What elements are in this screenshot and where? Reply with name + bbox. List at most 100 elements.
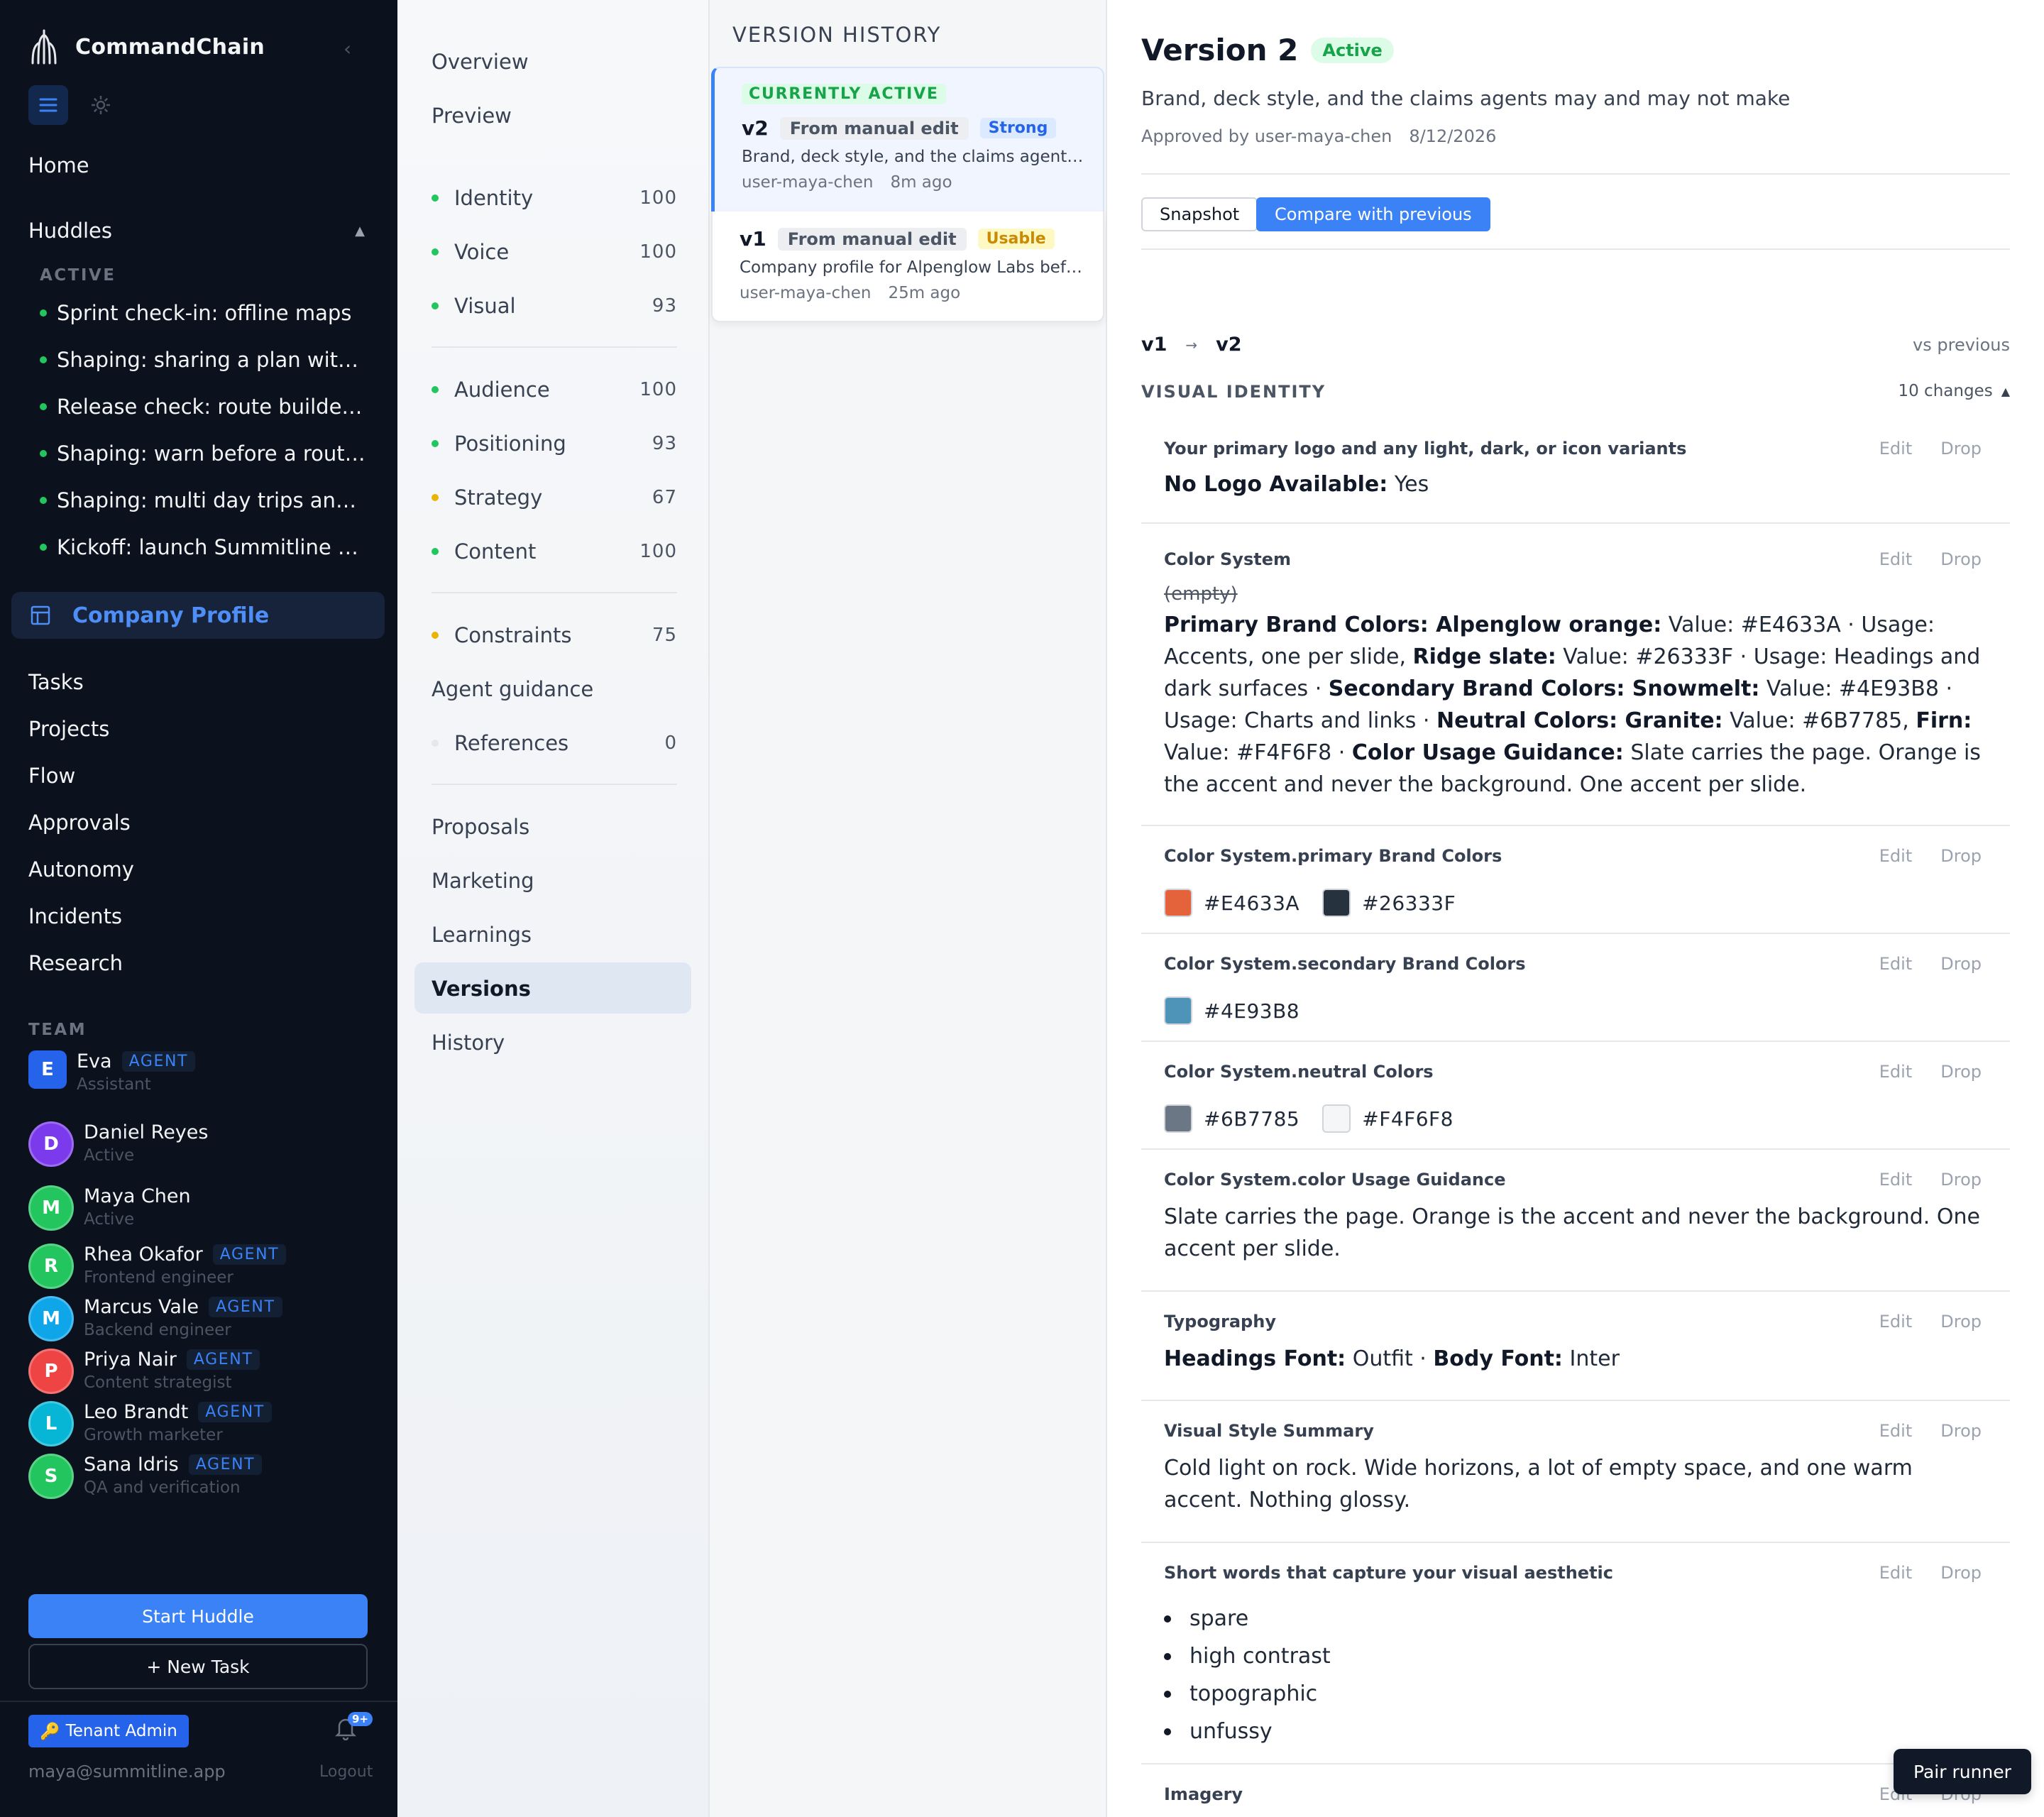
list-item: spare (1164, 1600, 1331, 1637)
field-key: Primary Brand Colors: Alpenglow orange: (1164, 613, 1662, 637)
nav-visual[interactable]: Visual 93 (432, 294, 677, 318)
nav-content[interactable]: Content 100 (432, 539, 677, 564)
status-dot (40, 309, 47, 317)
nav-history[interactable]: History (432, 1031, 505, 1055)
edit-button[interactable]: Edit (1879, 439, 1912, 459)
version-card-v1[interactable]: v1 From manual edit Usable Company profi… (711, 212, 1104, 322)
nav-tasks[interactable]: Tasks (28, 670, 84, 694)
nav-versions[interactable]: Versions (432, 977, 531, 1001)
nav-autonomy[interactable]: Autonomy (28, 857, 134, 882)
edit-button[interactable]: Edit (1879, 954, 1912, 974)
field-label: Visual Style Summary (1164, 1421, 1374, 1441)
nav-divider (432, 784, 677, 785)
nav-approvals[interactable]: Approvals (28, 811, 131, 835)
section-label: VISUAL IDENTITY (1141, 382, 1326, 402)
drop-button[interactable]: Drop (1940, 1563, 1982, 1583)
nav-strategy[interactable]: Strategy 67 (432, 485, 677, 510)
edit-button[interactable]: Edit (1879, 1170, 1912, 1190)
new-task-button[interactable]: + New Task (28, 1644, 368, 1689)
nav-projects[interactable]: Projects (28, 717, 109, 741)
drop-button[interactable]: Drop (1940, 439, 1982, 459)
nav-divider (432, 346, 677, 348)
tenant-admin-button[interactable]: 🔑 Tenant Admin (28, 1715, 189, 1747)
nav-flow[interactable]: Flow (28, 764, 75, 788)
team-member[interactable]: M Maya Chen Active (28, 1185, 191, 1231)
edit-button[interactable]: Edit (1879, 1421, 1912, 1441)
status-dot (40, 497, 47, 504)
change-row-primary-colors: Color System.primary Brand Colors Edit Dr… (1141, 826, 2010, 934)
huddle-item[interactable]: Release check: route builder b... (40, 395, 366, 419)
pair-runner-button[interactable]: Pair runner (1894, 1749, 2031, 1794)
member-name: Priya Nair (84, 1349, 177, 1371)
change-row-typography: Typography Edit Drop Headings Font: Outfi… (1141, 1292, 2010, 1401)
nav-home[interactable]: Home (28, 153, 89, 177)
nav-incidents[interactable]: Incidents (28, 904, 122, 928)
huddle-item[interactable]: Sprint check-in: offline maps (40, 301, 366, 325)
edit-button[interactable]: Edit (1879, 1563, 1912, 1583)
drop-button[interactable]: Drop (1940, 1312, 1982, 1332)
field-key: Headings Font: (1164, 1346, 1346, 1371)
settings-button[interactable] (81, 85, 121, 125)
commandchain-logo-icon (31, 29, 57, 65)
nav-preview[interactable]: Preview (432, 104, 512, 128)
nav-voice[interactable]: Voice 100 (432, 240, 677, 264)
nav-research[interactable]: Research (28, 951, 123, 975)
nav-references[interactable]: References 0 (432, 731, 677, 755)
member-status: Active (84, 1146, 135, 1165)
team-member[interactable]: M Marcus Vale AGENT Backend engineer (28, 1296, 282, 1341)
nav-overview[interactable]: Overview (432, 50, 529, 74)
nav-score: 100 (639, 379, 677, 400)
nav-proposals[interactable]: Proposals (432, 815, 529, 839)
nav-positioning[interactable]: Positioning 93 (432, 432, 677, 456)
nav-score: 100 (639, 241, 677, 263)
version-number: v2 (742, 116, 769, 140)
collapse-sidebar-icon[interactable]: ‹ (344, 37, 351, 60)
change-row-secondary-colors: Color System.secondary Brand Colors Edit… (1141, 934, 2010, 1042)
drop-button[interactable]: Drop (1940, 1421, 1982, 1441)
edit-button[interactable]: Edit (1879, 846, 1912, 866)
nav-marketing[interactable]: Marketing (432, 869, 534, 893)
menu-button[interactable] (28, 85, 68, 125)
huddle-item[interactable]: Shaping: warn before a route ... (40, 441, 366, 466)
snapshot-button[interactable]: Snapshot (1141, 197, 1258, 231)
huddle-item[interactable]: Kickoff: launch Summitline beta (40, 535, 366, 559)
brand[interactable]: CommandChain (28, 26, 265, 68)
field-label: Your primary logo and any light, dark, o… (1164, 439, 1687, 459)
team-member[interactable]: R Rhea Okafor AGENT Frontend engineer (28, 1244, 287, 1289)
changes-toggle[interactable]: 10 changes ▲ (1898, 382, 2010, 400)
edit-button[interactable]: Edit (1879, 549, 1912, 569)
nav-agent-guidance[interactable]: Agent guidance (432, 677, 593, 701)
huddle-item[interactable]: Shaping: multi day trips and c... (40, 488, 366, 512)
logout-link[interactable]: Logout (319, 1763, 373, 1781)
avatar: P (28, 1349, 74, 1394)
field-label: Color System (1164, 549, 1291, 569)
drop-button[interactable]: Drop (1940, 1170, 1982, 1190)
team-member[interactable]: D Daniel Reyes Active (28, 1121, 208, 1167)
start-huddle-button[interactable]: Start Huddle (28, 1594, 368, 1638)
nav-label: Identity (454, 186, 534, 210)
nav-identity[interactable]: Identity 100 (432, 186, 677, 210)
color-swatch (1164, 1104, 1192, 1133)
nav-audience[interactable]: Audience 100 (432, 378, 677, 402)
compare-with-previous-button[interactable]: Compare with previous (1256, 197, 1490, 231)
company-profile-label: Company Profile (72, 603, 270, 628)
version-card-v2[interactable]: CURRENTLY ACTIVE v2 From manual edit Str… (711, 67, 1104, 212)
team-member[interactable]: S Sana Idris AGENT QA and verification (28, 1454, 263, 1499)
huddle-item[interactable]: Shaping: sharing a plan with t... (40, 348, 366, 372)
nav-company-profile[interactable]: Company Profile (11, 592, 385, 639)
field-key: Ridge slate: (1412, 644, 1556, 669)
team-member[interactable]: L Leo Brandt AGENT Growth marketer (28, 1401, 272, 1447)
team-member[interactable]: E Eva AGENT Assistant (28, 1050, 196, 1094)
nav-constraints[interactable]: Constraints 75 (432, 623, 677, 647)
huddles-toggle[interactable]: Huddles ▲ (28, 219, 365, 243)
team-member[interactable]: P Priya Nair AGENT Content strategist (28, 1349, 260, 1394)
nav-divider (432, 592, 677, 593)
color-swatches: #4E93B8 (1164, 997, 1311, 1025)
drop-button[interactable]: Drop (1940, 1062, 1982, 1082)
drop-button[interactable]: Drop (1940, 549, 1982, 569)
edit-button[interactable]: Edit (1879, 1062, 1912, 1082)
drop-button[interactable]: Drop (1940, 846, 1982, 866)
drop-button[interactable]: Drop (1940, 954, 1982, 974)
edit-button[interactable]: Edit (1879, 1312, 1912, 1332)
nav-learnings[interactable]: Learnings (432, 923, 532, 947)
